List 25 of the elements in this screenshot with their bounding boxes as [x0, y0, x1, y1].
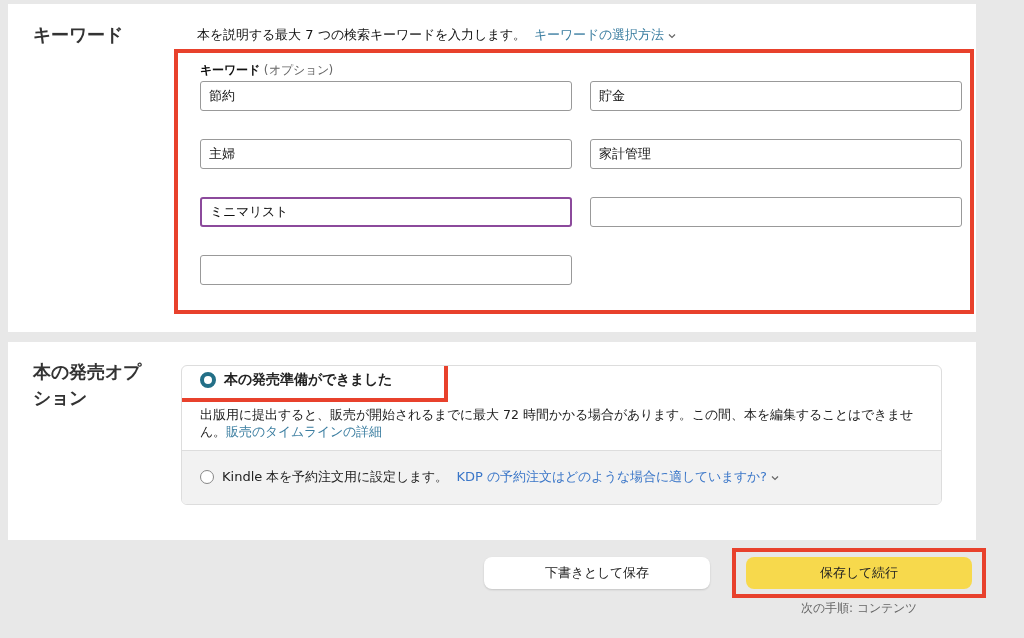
- option-label: Kindle 本を予約注文用に設定します。: [222, 468, 449, 486]
- keyword-field[interactable]: [590, 197, 962, 227]
- save-draft-button[interactable]: 下書きとして保存: [484, 557, 710, 589]
- help-link[interactable]: キーワードの選択方法: [533, 26, 676, 44]
- radio-button[interactable]: [200, 470, 214, 484]
- section-title: キーワード: [32, 23, 124, 47]
- field-label: キーワード: [200, 63, 260, 77]
- keywords-description: 本を説明する最大 7 つの検索キーワードを入力します。: [197, 26, 526, 44]
- option-description: 出版用に提出すると、販売が開始されるまでに最大 72 時間かかる場合があります。この間、本を編集することはできません。販売のタイムラインの詳細: [200, 406, 914, 440]
- optional-hint: (オプション): [263, 63, 334, 77]
- keyword-field[interactable]: 貯金: [590, 81, 962, 111]
- radio-button[interactable]: [200, 372, 216, 388]
- help-link[interactable]: KDP の予約注文はどのような場合に適していますか?: [456, 468, 779, 486]
- keyword-field[interactable]: 主婦: [200, 139, 572, 169]
- keyword-field[interactable]: ミニマリスト: [200, 197, 572, 227]
- chevron-down-icon: [770, 474, 779, 481]
- keyword-field[interactable]: 家計管理: [590, 139, 962, 169]
- next-step-caption: 次の手順: コンテンツ: [801, 600, 917, 617]
- keyword-field[interactable]: [200, 255, 572, 285]
- option-label: 本の発売準備ができました: [224, 371, 392, 389]
- save-continue-button[interactable]: 保存して続行: [746, 557, 972, 589]
- chevron-down-icon: [667, 32, 676, 39]
- keyword-field[interactable]: 節約: [200, 81, 572, 111]
- section-title: 本の発売オプション: [32, 360, 143, 410]
- timeline-link[interactable]: 販売のタイムラインの詳細: [226, 424, 382, 439]
